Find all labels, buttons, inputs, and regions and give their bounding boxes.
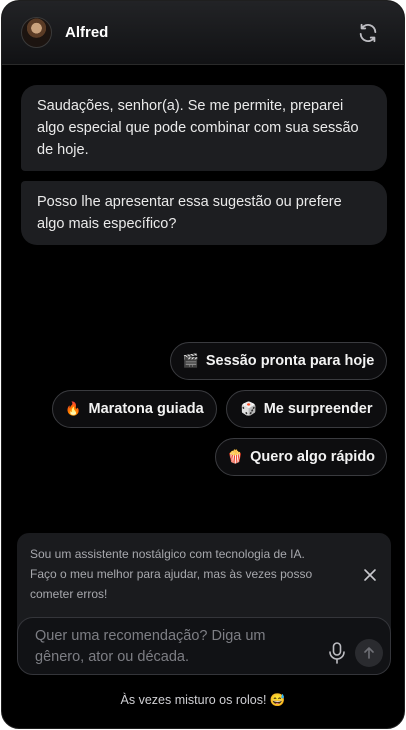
chat-header: Alfred xyxy=(2,1,404,65)
footer-note: Às vezes misturo os rolos! 😅 xyxy=(120,693,286,707)
suggestion-label: Me surpreender xyxy=(263,401,373,417)
suggestion-label: Maratona guiada xyxy=(88,401,204,417)
close-icon[interactable] xyxy=(363,568,377,582)
fire-icon: 🔥 xyxy=(65,401,82,416)
suggestion-quick-button[interactable]: 🍿 Quero algo rápido xyxy=(215,438,387,476)
arrow-up-icon xyxy=(364,647,374,659)
clapperboard-icon: 🎬 xyxy=(182,353,199,368)
message-input[interactable]: Quer uma recomendação? Diga um gênero, a… xyxy=(17,617,391,675)
dice-icon: 🎲 xyxy=(240,401,257,416)
popcorn-icon: 🍿 xyxy=(226,449,244,464)
disclaimer-text: Sou um assistente nostálgico com tecnolo… xyxy=(30,547,313,601)
avatar xyxy=(21,17,52,48)
input-placeholder: Quer uma recomendação? Diga um gênero, a… xyxy=(35,628,266,665)
send-button[interactable] xyxy=(355,639,383,667)
assistant-message: Saudações, senhor(a). Se me permite, pre… xyxy=(21,85,387,171)
microphone-icon[interactable] xyxy=(328,642,346,664)
suggestion-ready-session-button[interactable]: 🎬 Sessão pronta para hoje xyxy=(170,342,387,380)
suggestion-label: Sessão pronta para hoje xyxy=(205,353,375,369)
suggestion-surprise-me-button[interactable]: 🎲 Me surpreender xyxy=(226,390,387,428)
refresh-icon[interactable] xyxy=(357,22,379,44)
suggestion-guided-marathon-button[interactable]: 🔥 Maratona guiada xyxy=(52,390,217,428)
assistant-name: Alfred xyxy=(65,24,109,41)
suggestion-label: Quero algo rápido xyxy=(250,449,376,465)
assistant-message: Posso lhe apresentar essa sugestão ou pr… xyxy=(21,181,387,245)
chat-window: Alfred Saudações, senhor(a). Se me permi… xyxy=(1,0,405,729)
